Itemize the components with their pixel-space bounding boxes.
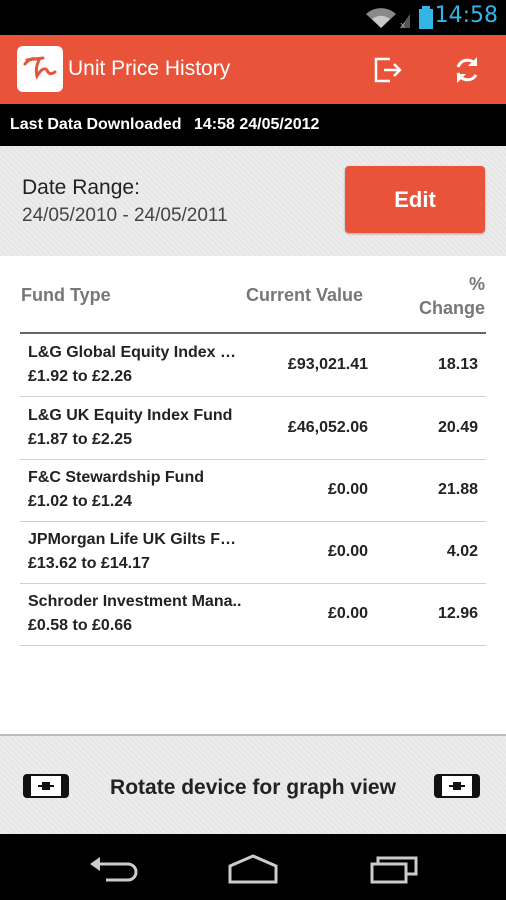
app-logo-icon[interactable] [17, 46, 63, 92]
last-download-bar: Last Data Downloaded 14:58 24/05/2012 [0, 104, 506, 146]
fund-price-range: £13.62 to £14.17 [28, 555, 150, 572]
fund-name: Schroder Investment Mana.. [28, 593, 242, 610]
header-current-value: Current Value [246, 285, 364, 305]
fund-price-range: £1.02 to £1.24 [28, 493, 133, 510]
table-row[interactable]: L&G Global Equity Index Fu.. £1.92 to £2… [20, 334, 486, 397]
header-fund-type: Fund Type [21, 285, 111, 305]
rotate-hint-text: Rotate device for graph view [110, 776, 396, 799]
fund-current-value: £46,052.06 [287, 419, 368, 436]
recent-apps-icon[interactable] [368, 852, 422, 884]
fund-name: JPMorgan Life UK Gilts Fun.. [28, 531, 244, 548]
navigation-bar [0, 834, 506, 900]
header-change-label: Change [418, 298, 485, 318]
header-percent-symbol: % [468, 274, 485, 294]
refresh-icon[interactable] [450, 53, 484, 87]
fund-percent-change: 20.49 [437, 419, 478, 436]
battery-icon [419, 6, 433, 29]
fund-percent-change: 18.13 [437, 356, 478, 373]
date-range-value: 24/05/2010 - 24/05/2011 [22, 205, 228, 226]
date-range-label: Date Range: [22, 176, 140, 199]
table-row[interactable]: Schroder Investment Mana.. £0.58 to £0.6… [20, 583, 486, 646]
rotate-device-icon [434, 774, 480, 798]
table-row[interactable]: L&G UK Equity Index Fund £1.87 to £2.25 … [20, 397, 486, 460]
fund-price-range: £0.58 to £0.66 [28, 617, 133, 634]
fund-price-range: £1.87 to £2.25 [28, 431, 133, 448]
fund-current-value: £93,021.41 [287, 356, 368, 373]
fund-current-value: £0.00 [327, 481, 368, 498]
action-bar: Unit Price History [0, 35, 506, 104]
fund-name: L&G UK Equity Index Fund [28, 407, 233, 424]
fund-percent-change: 4.02 [446, 543, 478, 560]
status-clock: 14:58 [434, 3, 498, 28]
table-row[interactable]: JPMorgan Life UK Gilts Fun.. £13.62 to £… [20, 521, 486, 584]
fund-table: Fund Type Current Value % Change L&G Glo… [0, 256, 506, 734]
fund-current-value: £0.00 [327, 543, 368, 560]
fund-name: F&C Stewardship Fund [28, 469, 204, 486]
header-percent-change: % Change [419, 272, 485, 320]
last-download-value: 14:58 24/05/2012 [194, 116, 320, 133]
fund-name: L&G Global Equity Index Fu.. [28, 344, 244, 361]
fund-current-value: £0.00 [327, 605, 368, 622]
fund-price-range: £1.92 to £2.26 [28, 368, 133, 385]
table-row[interactable]: F&C Stewardship Fund £1.02 to £1.24 £0.0… [20, 459, 486, 522]
fund-percent-change: 21.88 [437, 481, 478, 498]
app-title: Unit Price History [68, 57, 231, 80]
home-icon[interactable] [226, 852, 280, 884]
edit-button[interactable]: Edit [345, 166, 485, 233]
date-range-section: Date Range: 24/05/2010 - 24/05/2011 Edit [0, 146, 506, 256]
logout-icon[interactable] [372, 53, 406, 87]
rotate-hint-bar: Rotate device for graph view [0, 734, 506, 836]
last-download-label: Last Data Downloaded [10, 116, 182, 133]
wifi-icon: x [366, 8, 410, 30]
back-icon[interactable] [86, 852, 140, 884]
status-bar: x 14:58 [0, 0, 506, 35]
fund-percent-change: 12.96 [437, 605, 478, 622]
svg-text:x: x [400, 21, 406, 30]
